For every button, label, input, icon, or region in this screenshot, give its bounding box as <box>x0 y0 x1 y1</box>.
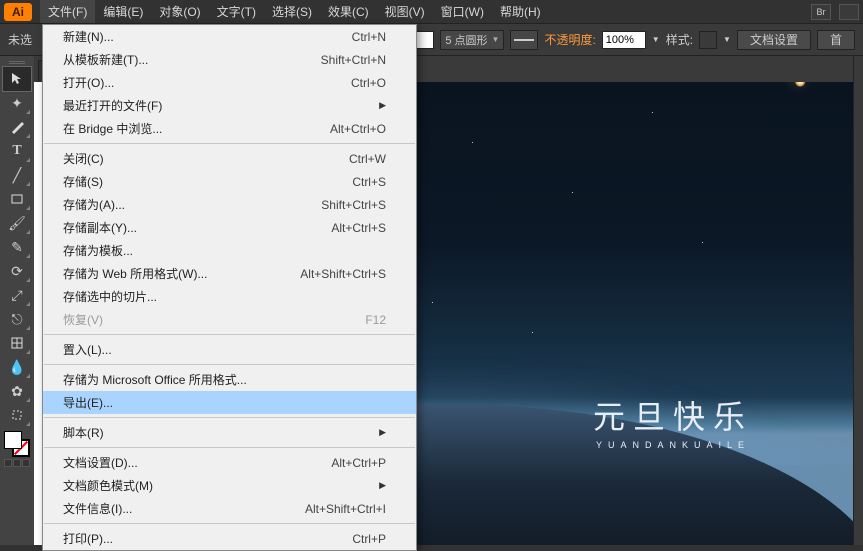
menu-help[interactable]: 帮助(H) <box>492 0 549 23</box>
menu-bar: Ai 文件(F) 编辑(E) 对象(O) 文字(T) 选择(S) 效果(C) 视… <box>0 0 863 24</box>
menu-edit[interactable]: 编辑(E) <box>95 0 151 23</box>
menu-item-webw[interactable]: 存储为 Web 所用格式(W)...Alt+Shift+Ctrl+S <box>43 262 416 285</box>
menu-file[interactable]: 文件(F) <box>40 0 95 23</box>
menu-item-a[interactable]: 存储为(A)...Shift+Ctrl+S <box>43 193 416 216</box>
mesh-tool[interactable] <box>3 331 31 355</box>
opacity-input[interactable]: 100% <box>602 31 646 49</box>
artboard-tool[interactable] <box>3 403 31 427</box>
type-tool[interactable]: T <box>3 139 31 163</box>
menu-item-f[interactable]: 最近打开的文件(F)▶ <box>43 94 416 117</box>
doc-setup-button[interactable]: 文档设置 <box>737 30 811 50</box>
tools-panel: ✦ T ╱ 🖌 ✎ ⟳ ⤢ ⎋ 💧 ✿ <box>0 56 34 545</box>
menu-item-c[interactable]: 关闭(C)Ctrl+W <box>43 147 416 170</box>
bridge-button[interactable]: Br <box>811 4 831 20</box>
opacity-label: 不透明度: <box>544 31 595 48</box>
gradient-mode-icon[interactable] <box>13 459 21 467</box>
line-tool[interactable]: ╱ <box>3 163 31 187</box>
menu-view[interactable]: 视图(V) <box>377 0 433 23</box>
rotate-tool[interactable]: ⟳ <box>3 259 31 283</box>
menu-object[interactable]: 对象(O) <box>151 0 208 23</box>
none-mode-icon[interactable] <box>22 459 30 467</box>
paintbrush-tool[interactable]: 🖌 <box>3 211 31 235</box>
file-menu-dropdown: 新建(N)...Ctrl+N从模板新建(T)...Shift+Ctrl+N打开(… <box>42 24 417 551</box>
menu-item-microsoftoffice[interactable]: 存储为 Microsoft Office 所用格式... <box>43 368 416 391</box>
symbol-tool[interactable]: ✿ <box>3 379 31 403</box>
style-label: 样式: <box>666 31 693 48</box>
prefs-button[interactable]: 首 <box>817 30 855 50</box>
rectangle-tool[interactable] <box>3 187 31 211</box>
menu-item-bridge[interactable]: 在 Bridge 中浏览...Alt+Ctrl+O <box>43 117 416 140</box>
menu-item-m[interactable]: 文档颜色模式(M)▶ <box>43 474 416 497</box>
menu-item-d[interactable]: 文档设置(D)...Alt+Ctrl+P <box>43 451 416 474</box>
fill-swatch[interactable] <box>416 31 434 49</box>
menu-effect[interactable]: 效果(C) <box>320 0 377 23</box>
width-tool[interactable]: ⎋ <box>3 307 31 331</box>
menu-type[interactable]: 文字(T) <box>209 0 264 23</box>
selection-label: 未选 <box>8 31 32 48</box>
right-panel-strip[interactable] <box>853 56 863 545</box>
menu-item-s[interactable]: 存储(S)Ctrl+S <box>43 170 416 193</box>
menu-item-t[interactable]: 从模板新建(T)...Shift+Ctrl+N <box>43 48 416 71</box>
arrange-button[interactable] <box>839 4 859 20</box>
menu-item-l[interactable]: 置入(L)... <box>43 338 416 361</box>
menu-item-v: 恢复(V)F12 <box>43 308 416 331</box>
menu-item-[interactable]: 存储选中的切片... <box>43 285 416 308</box>
menu-item-r[interactable]: 脚本(R)▶ <box>43 421 416 444</box>
selection-tool[interactable] <box>3 67 31 91</box>
fill-stroke-swatches[interactable] <box>4 431 30 457</box>
pencil-tool[interactable]: ✎ <box>3 235 31 259</box>
menu-select[interactable]: 选择(S) <box>264 0 320 23</box>
menu-item-e[interactable]: 导出(E)... <box>43 391 416 414</box>
style-swatch[interactable] <box>699 31 717 49</box>
stroke-select[interactable]: 5 点圆形▼ <box>440 30 504 50</box>
magic-wand-tool[interactable]: ✦ <box>3 91 31 115</box>
menu-item-p[interactable]: 打印(P)...Ctrl+P <box>43 527 416 550</box>
menu-item-[interactable]: 存储为模板... <box>43 239 416 262</box>
menu-item-o[interactable]: 打开(O)...Ctrl+O <box>43 71 416 94</box>
menu-item-n[interactable]: 新建(N)...Ctrl+N <box>43 25 416 48</box>
scale-tool[interactable]: ⤢ <box>3 283 31 307</box>
panel-grip[interactable] <box>9 61 25 64</box>
menu-item-y[interactable]: 存储副本(Y)...Alt+Ctrl+S <box>43 216 416 239</box>
color-mode-icon[interactable] <box>4 459 12 467</box>
color-controls <box>4 431 30 467</box>
pen-tool[interactable] <box>3 115 31 139</box>
stroke-style[interactable] <box>510 30 538 50</box>
app-icon: Ai <box>4 3 32 21</box>
eyedropper-tool[interactable]: 💧 <box>3 355 31 379</box>
menu-item-i[interactable]: 文件信息(I)...Alt+Shift+Ctrl+I <box>43 497 416 520</box>
artwork-title: 元旦快乐 YUANDANKUAILE <box>593 392 753 450</box>
menu-window[interactable]: 窗口(W) <box>433 0 492 23</box>
